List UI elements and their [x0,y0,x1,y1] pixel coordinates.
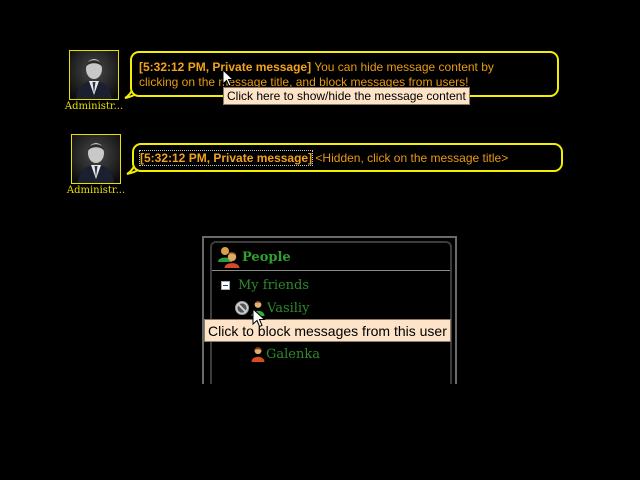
message-2-author: Administr... [66,185,126,196]
message-1-author: Administr... [64,101,124,112]
group-my-friends[interactable]: My friends [238,278,309,294]
people-panel-divider [212,270,450,271]
message-2-hidden-text: <Hidden, click on the message title> [312,151,509,165]
contact-galenka[interactable]: Galenka [266,347,320,363]
message-1-text-line1: You can hide message content by [311,60,494,74]
user-avatar-icon [70,51,118,99]
collapse-icon[interactable] [221,281,230,290]
message-1-avatar[interactable] [69,50,119,100]
user-female-icon [251,347,265,362]
people-icon [218,247,240,268]
message-2-bubble: [5:32:12 PM, Private message] <Hidden, c… [132,143,563,172]
chat-window: Administr... [5:32:12 PM, Private messag… [0,0,640,480]
block-icon[interactable] [234,300,250,316]
people-panel-title: People [242,250,291,265]
message-2-title[interactable]: [5:32:12 PM, Private message] [138,150,314,166]
message-toggle-tooltip: Click here to show/hide the message cont… [223,87,470,105]
user-avatar-icon [72,135,120,183]
block-user-tooltip: Click to block messages from this user [204,319,451,342]
mouse-cursor-icon [252,308,266,328]
contact-vasiliy[interactable]: Vasiliy [267,301,309,317]
mouse-cursor-icon [222,69,234,87]
message-2-avatar[interactable] [71,134,121,184]
